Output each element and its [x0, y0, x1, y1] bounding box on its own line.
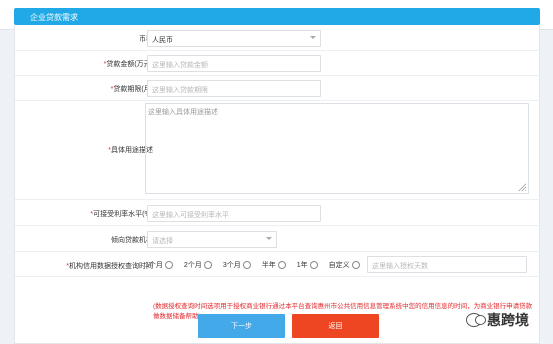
resize-handle-icon[interactable]: [518, 183, 526, 191]
back-button[interactable]: 返回: [292, 314, 379, 338]
radio-3-months[interactable]: 3个月: [223, 260, 251, 270]
institution-row: 倾向贷款机构 请选择: [15, 226, 541, 252]
rate-label: *可接受利率水平(%): [90, 211, 153, 218]
chevron-down-icon: [266, 237, 272, 240]
loan-request-form: 币种 人民币 *贷款金额(万元) 这里输入贷款金额 *贷款期限(月) 这里输入贷…: [14, 25, 541, 344]
radio-1-month[interactable]: 1个月: [145, 260, 173, 270]
rate-input[interactable]: 这里输入可接受利率水平: [147, 205, 321, 222]
currency-row: 币种 人民币: [15, 26, 541, 51]
chevron-down-icon: [310, 36, 316, 39]
radio-circle[interactable]: [277, 261, 286, 269]
radio-circle[interactable]: [164, 261, 173, 269]
radio-custom[interactable]: 自定义: [329, 260, 360, 270]
next-button[interactable]: 下一步: [198, 314, 285, 338]
section-title: 企业贷款需求: [30, 13, 78, 22]
custom-days-input[interactable]: 这里输入授权天数: [367, 256, 527, 273]
radio-circle[interactable]: [351, 261, 360, 269]
amount-row: *贷款金额(万元) 这里输入贷款金额: [15, 51, 541, 76]
currency-select[interactable]: 人民币: [147, 30, 321, 47]
query-time-row: *机构信用数据授权查询时间 1个月 2个月 3个月 半年 1年 自定义 这里输入…: [15, 252, 541, 277]
watermark: 惠跨境: [466, 310, 529, 330]
radio-circle[interactable]: [309, 261, 318, 269]
purpose-textarea[interactable]: 这里输入具体用途描述: [145, 103, 529, 194]
rate-row: *可接受利率水平(%) 这里输入可接受利率水平: [15, 200, 541, 226]
term-row: *贷款期限(月) 这里输入贷款期限: [15, 76, 541, 101]
purpose-placeholder: 这里输入具体用途描述: [148, 109, 218, 116]
query-time-label: *机构信用数据授权查询时间: [66, 263, 153, 270]
currency-value: 人民币: [152, 37, 173, 44]
institution-select[interactable]: 请选择: [147, 231, 277, 248]
amount-label: *贷款金额(万元): [103, 61, 153, 68]
query-time-options: 1个月 2个月 3个月 半年 1年 自定义: [145, 259, 371, 271]
institution-placeholder: 请选择: [152, 238, 173, 245]
radio-1-year[interactable]: 1年: [297, 260, 318, 270]
radio-2-months[interactable]: 2个月: [184, 260, 212, 270]
purpose-row: *具体用途描述 这里输入具体用途描述: [15, 101, 541, 200]
section-title-bar: 企业贷款需求: [14, 8, 540, 25]
amount-input[interactable]: 这里输入贷款金额: [147, 55, 321, 72]
watermark-text: 惠跨境: [487, 312, 529, 328]
radio-half-year[interactable]: 半年: [262, 260, 286, 270]
radio-circle[interactable]: [203, 261, 212, 269]
wechat-icon: [466, 313, 486, 327]
term-input[interactable]: 这里输入贷款期限: [147, 80, 321, 97]
radio-circle[interactable]: [242, 261, 251, 269]
